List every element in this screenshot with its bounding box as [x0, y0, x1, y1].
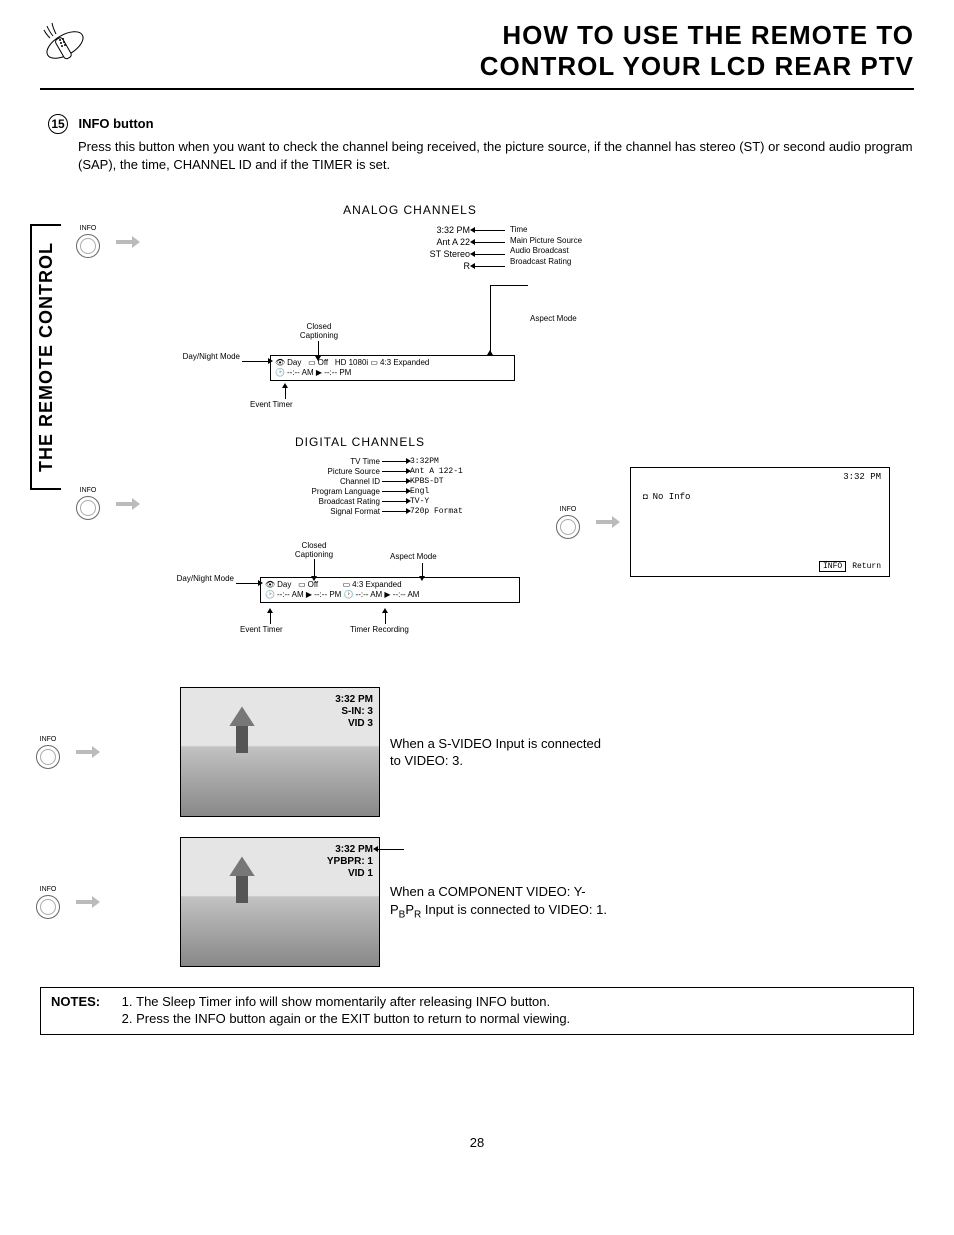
digital-header: DIGITAL CHANNELS [180, 435, 540, 449]
component-description: When a COMPONENT VIDEO: Y-PBPR Input is … [390, 883, 610, 922]
digital-aspect-label: Aspect Mode [390, 552, 437, 561]
analog-osd-top: 3:32 PM Ant A 22 ST Stereo R [350, 225, 470, 272]
arrow-icon [76, 897, 100, 907]
info-button-digital: INFO [70, 487, 106, 520]
digital-osd-bottom: Day Off 4:3 Expanded --:-- AM ▶ --:-- PM… [260, 577, 520, 602]
analog-daynight-label: Day/Night Mode [180, 353, 240, 362]
side-tab: THE REMOTE CONTROL [30, 224, 61, 490]
component-screenshot: 3:32 PM YPBPR: 1 VID 1 [180, 837, 380, 967]
arrow-icon [116, 499, 140, 509]
analog-header: ANALOG CHANNELS [130, 203, 690, 217]
analog-cc-label: Closed Captioning [295, 323, 343, 341]
noinfo-osd: 3:32 PM No Info INFO Return [630, 467, 890, 577]
arrow-icon [76, 747, 100, 757]
analog-aspect-label: Aspect Mode [530, 315, 577, 324]
section-number-badge: 15 [48, 114, 68, 134]
digital-timer-rec-label: Timer Recording [350, 625, 409, 634]
section-body: Press this button when you want to check… [48, 138, 914, 173]
analog-event-timer-label: Event Timer [250, 400, 293, 409]
digital-left-labels: TV Time Picture Source Channel ID Progra… [290, 457, 380, 517]
digital-cc-label: Closed Captioning [290, 542, 338, 560]
section-title: INFO button [78, 117, 153, 132]
page-title: HOW TO USE THE REMOTE TO CONTROL YOUR LC… [110, 20, 914, 82]
analog-osd-labels: Time Main Picture Source Audio Broadcast… [510, 225, 582, 267]
remote-logo-icon [40, 20, 90, 70]
arrow-icon [596, 517, 620, 527]
page-number: 28 [40, 1135, 914, 1150]
digital-daynight-label: Day/Night Mode [176, 575, 234, 584]
analog-osd-bottom: Day Off HD 1080i 4:3 Expanded --:-- AM ▶… [270, 355, 515, 380]
digital-event-timer-label: Event Timer [240, 625, 283, 634]
svideo-screenshot: 3:32 PM S-IN: 3 VID 3 [180, 687, 380, 817]
arrow-icon [116, 237, 140, 247]
info-button-noinfo: INFO [550, 506, 586, 539]
info-button-svideo: INFO [30, 736, 66, 769]
title-divider [40, 88, 914, 90]
time-callout-arrow [378, 849, 404, 850]
note-item: The Sleep Timer info will show momentari… [136, 994, 570, 1009]
digital-right-values: 3:32PM Ant A 122-1 KPBS-DT Engl TV-Y 720… [410, 457, 463, 517]
notes-box: NOTES: The Sleep Timer info will show mo… [40, 987, 914, 1035]
svideo-description: When a S-VIDEO Input is connected to VID… [390, 735, 610, 770]
note-item: Press the INFO button again or the EXIT … [136, 1011, 570, 1026]
info-button-analog: INFO [70, 225, 106, 258]
info-button-component: INFO [30, 886, 66, 919]
